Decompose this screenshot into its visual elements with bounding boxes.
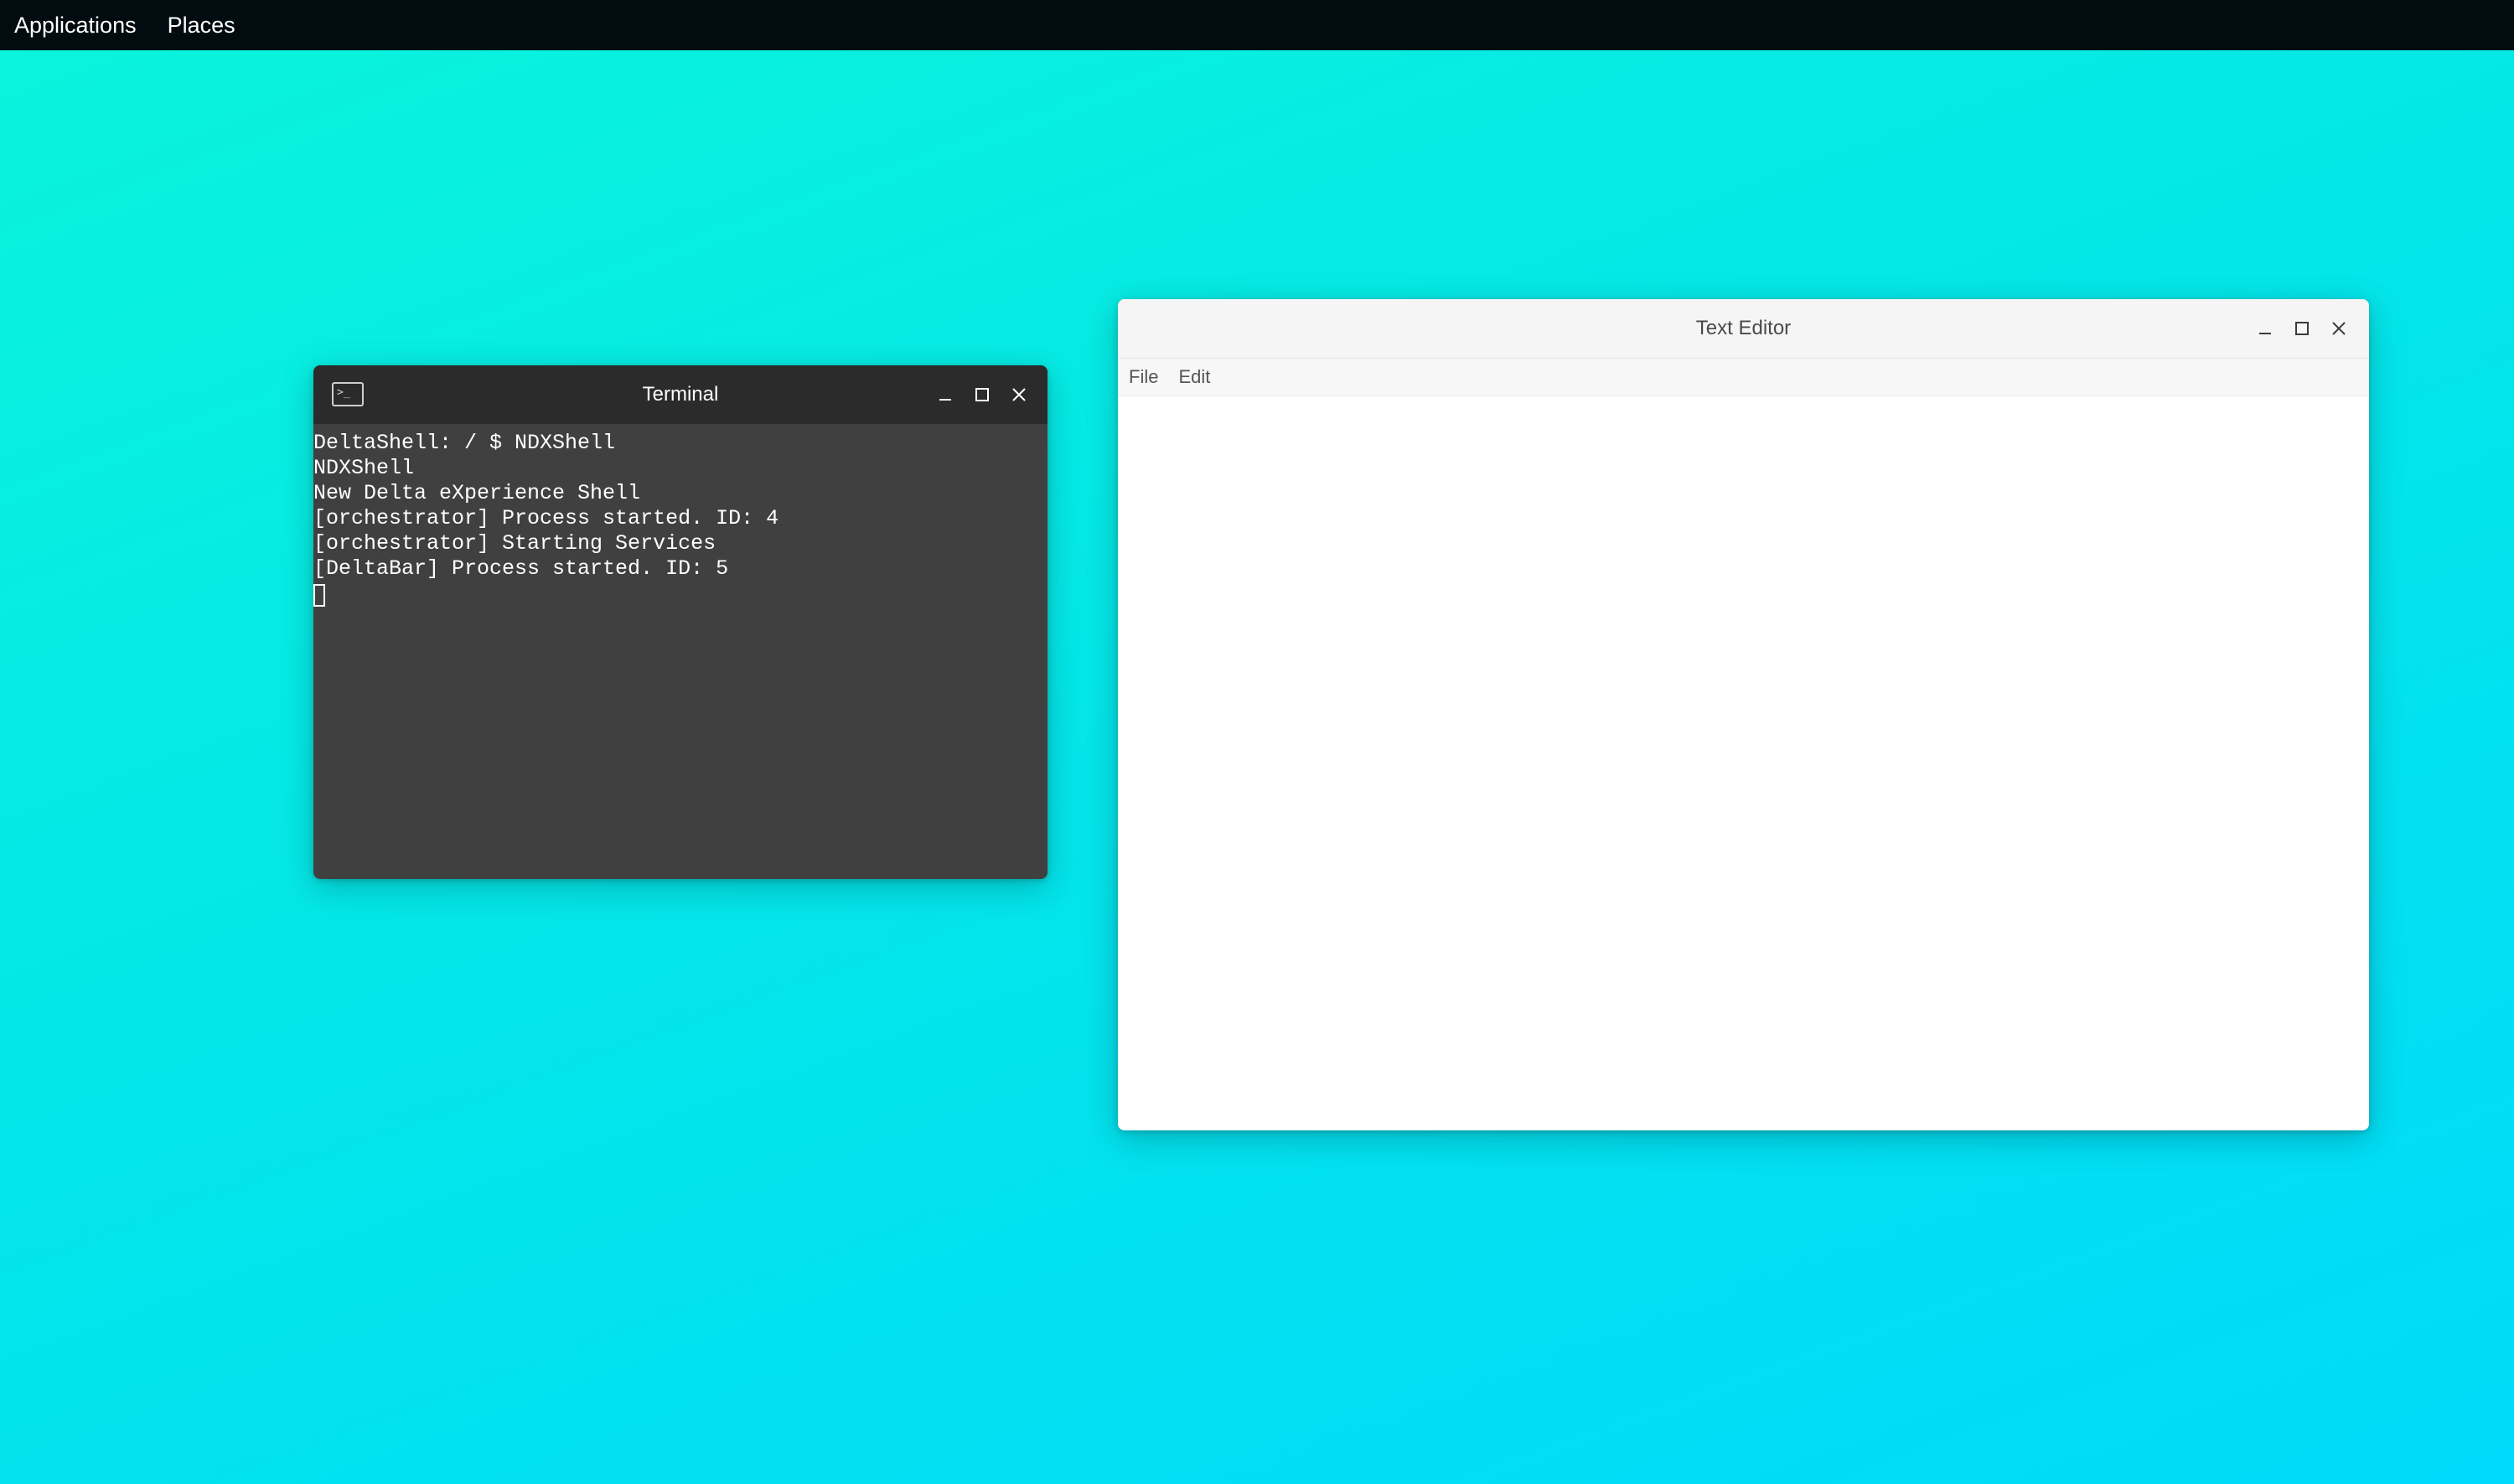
top-panel: Applications Places [0,0,2514,50]
maximize-button[interactable] [964,376,1001,413]
terminal-line: [orchestrator] Process started. ID: 4 [313,506,779,530]
terminal-prompt-line[interactable] [313,582,1048,607]
maximize-icon [975,388,989,401]
terminal-window-controls [927,365,1037,424]
terminal-cursor [313,584,325,607]
editor-menubar: File Edit [1118,359,2369,396]
close-icon [2332,322,2346,335]
edit-menu[interactable]: Edit [1168,366,1220,388]
maximize-button[interactable] [2284,310,2320,347]
editor-titlebar[interactable]: Text Editor [1118,299,2369,359]
close-icon [1012,388,1026,401]
editor-window-controls [2247,299,2357,358]
text-editor-window[interactable]: Text Editor File Edit [1118,299,2369,1130]
terminal-line: NDXShell [313,456,415,480]
editor-text-area[interactable] [1118,396,2369,1130]
terminal-titlebar[interactable]: >_ Terminal [313,365,1048,424]
terminal-line: New Delta eXperience Shell [313,481,641,505]
terminal-line: [DeltaBar] Process started. ID: 5 [313,556,729,581]
close-button[interactable] [1001,376,1037,413]
terminal-window[interactable]: >_ Terminal DeltaShell: / $ NDXShell NDXS… [313,365,1048,879]
maximize-icon [2295,322,2309,335]
terminal-line: DeltaShell: / $ NDXShell [313,431,616,455]
file-menu[interactable]: File [1118,366,1168,388]
terminal-output[interactable]: DeltaShell: / $ NDXShell NDXShell New Delt… [313,424,1048,607]
minimize-icon [939,399,951,401]
terminal-line: [orchestrator] Starting Services [313,531,716,556]
close-button[interactable] [2320,310,2357,347]
editor-title: Text Editor [1695,317,1792,339]
minimize-icon [2259,333,2271,334]
applications-menu[interactable]: Applications [0,0,151,50]
places-menu[interactable]: Places [151,0,250,50]
minimize-button[interactable] [927,376,964,413]
terminal-icon: >_ [332,382,364,406]
minimize-button[interactable] [2247,310,2284,347]
